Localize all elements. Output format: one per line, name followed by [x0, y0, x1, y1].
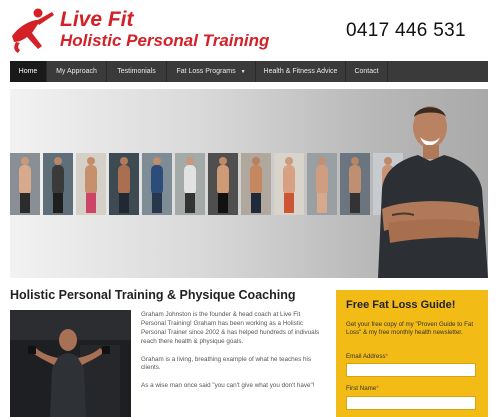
intro-text: Graham Johnston is the founder & head co…: [141, 311, 326, 400]
first-name-label: First Name*: [346, 385, 379, 392]
transformation-photo: [109, 153, 139, 215]
signup-title: Free Fat Loss Guide!: [346, 299, 456, 311]
hero-banner: [10, 89, 488, 278]
nav-label: Home: [18, 68, 38, 75]
transformation-photo: [142, 153, 172, 215]
first-name-label-text: First Name: [346, 385, 377, 392]
main-nav: Home My Approach Testimonials Fat Loss P…: [10, 61, 488, 82]
transformation-photo: [307, 153, 337, 215]
required-marker: *: [376, 385, 379, 392]
nav-label: My Approach: [56, 68, 97, 75]
transformation-photo: [76, 153, 106, 215]
transformation-photo: [208, 153, 238, 215]
intro-paragraph: Graham is a living, breathing example of…: [141, 355, 312, 372]
nav-item-my-approach[interactable]: My Approach: [47, 61, 107, 82]
coach-portrait: [378, 106, 488, 278]
logo-title: Live Fit: [60, 8, 134, 31]
nav-item-home[interactable]: Home: [10, 61, 47, 82]
caret-down-icon: ▼: [240, 68, 246, 75]
nav-item-testimonials[interactable]: Testimonials: [107, 61, 167, 82]
signup-description: Get your free copy of my "Proven Guide t…: [346, 321, 474, 337]
nav-item-fat-loss-programs[interactable]: Fat Loss Programs ▼: [167, 61, 256, 82]
nav-label: Health & Fitness Advice: [263, 68, 338, 75]
required-marker: *: [385, 353, 388, 360]
logo-subtitle: Holistic Personal Training: [60, 31, 270, 50]
transformation-photo: [241, 153, 271, 215]
nav-label: Contact: [354, 68, 379, 75]
email-label-text: Email Address: [346, 353, 386, 360]
first-name-field[interactable]: [346, 396, 476, 410]
nav-label: Fat Loss Programs: [176, 68, 236, 75]
intro-paragraph: Graham Johnston is the founder & head co…: [141, 311, 320, 345]
transformation-photo: [340, 153, 370, 215]
transformation-photo: [175, 153, 205, 215]
page-title: Holistic Personal Training & Physique Co…: [10, 288, 296, 302]
nav-item-health-fitness-advice[interactable]: Health & Fitness Advice: [256, 61, 346, 82]
transformation-photo-strip: [10, 153, 403, 215]
email-field[interactable]: [346, 363, 476, 377]
site-logo[interactable]: Live Fit Holistic Personal Training: [8, 6, 269, 56]
transformation-photo: [274, 153, 304, 215]
email-label: Email Address*: [346, 353, 388, 360]
site-header: Live Fit Holistic Personal Training 0417…: [0, 0, 500, 62]
runner-figure-icon: [12, 8, 54, 53]
nav-label: Testimonials: [117, 68, 156, 75]
newsletter-signup-box: Free Fat Loss Guide! Get your free copy …: [336, 290, 488, 417]
phone-number[interactable]: 0417 446 531: [346, 20, 466, 42]
nav-item-contact[interactable]: Contact: [346, 61, 388, 82]
coach-photo: [10, 310, 131, 417]
transformation-photo: [43, 153, 73, 215]
transformation-photo: [10, 153, 40, 215]
intro-paragraph: As a wise man once said "you can't give …: [141, 382, 315, 390]
